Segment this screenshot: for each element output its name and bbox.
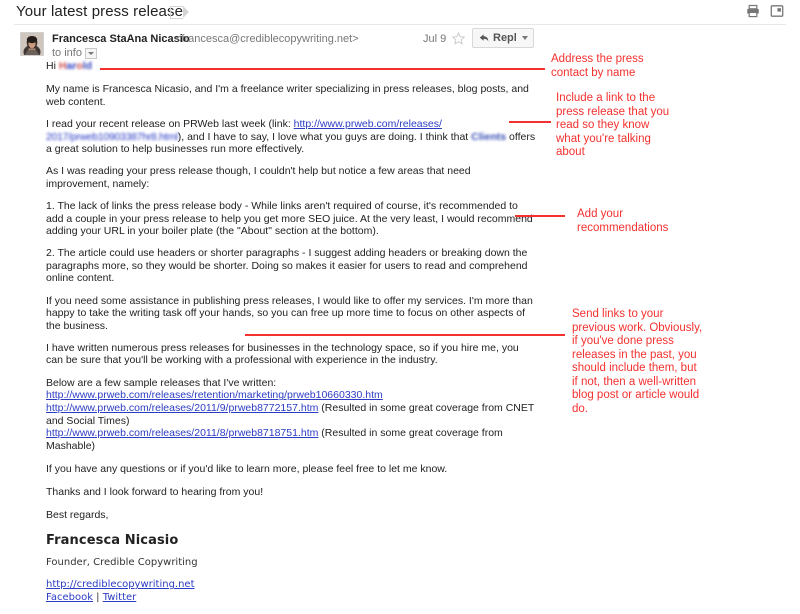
- twitter-link[interactable]: Twitter: [103, 592, 137, 603]
- email-body: Hi Harold My name is Francesca Nicasio, …: [46, 60, 536, 614]
- redacted-recipient-name: Harold: [58, 60, 93, 72]
- body-paragraph-4: 1. The lack of links the press release b…: [46, 200, 533, 238]
- body-paragraph-7: I have written numerous press releases f…: [46, 341, 519, 367]
- body-paragraph-8: If you have any questions or if you'd li…: [46, 463, 448, 476]
- header-actions: [746, 4, 784, 18]
- signature-website-link[interactable]: http://crediblecopywriting.net: [46, 579, 536, 591]
- annotation-note-3: Add your recommendations: [577, 208, 669, 234]
- closing-line: Best regards,: [46, 509, 109, 522]
- samples-intro: Below are a few sample releases that I'v…: [46, 376, 277, 389]
- paragraph-2-text-b: ), and I have to say, I love what you gu…: [177, 130, 472, 143]
- annotation-note-1: Address the press contact by name: [551, 53, 644, 79]
- social-separator: |: [93, 591, 103, 603]
- open-in-new-window-icon[interactable]: [770, 4, 784, 18]
- facebook-link[interactable]: Facebook: [46, 592, 93, 603]
- body-paragraph-3: As I was reading your press release thou…: [46, 165, 471, 190]
- star-icon[interactable]: [451, 31, 466, 45]
- annotation-line-1: [100, 68, 545, 70]
- sample-link-3[interactable]: http://www.prweb.com/releases/2011/8/prw…: [46, 427, 318, 439]
- redacted-company-name: Clients: [471, 130, 507, 143]
- body-paragraph-2: I read your recent release on PRWeb last…: [46, 118, 536, 155]
- body-paragraph-5: 2. The article could use headers or shor…: [46, 247, 528, 285]
- prweb-link-visible: http://www.prweb.com/releases/: [293, 118, 442, 131]
- label-tag-icon[interactable]: [170, 5, 189, 19]
- annotation-note-2: Include a link to the press release that…: [556, 92, 670, 158]
- recipient-label: to info: [52, 47, 82, 59]
- chevron-down-icon[interactable]: [84, 47, 97, 59]
- greeting-paragraph: Hi Harold: [46, 60, 536, 72]
- signature-block: Francesca Nicasio Founder, Credible Copy…: [46, 532, 536, 605]
- page-title: Your latest press release: [16, 3, 184, 20]
- message-date: Jul 9: [423, 33, 447, 45]
- greeting-prefix: Hi: [46, 60, 59, 72]
- body-paragraph-9: Thanks and I look forward to hearing fro…: [46, 485, 264, 498]
- sample-releases-block: Below are a few sample releases that I'v…: [46, 377, 536, 453]
- recipient-line[interactable]: to info: [52, 47, 97, 59]
- sample-link-2[interactable]: http://www.prweb.com/releases/2011/9/prw…: [46, 402, 318, 414]
- header-divider: [14, 24, 786, 25]
- paragraph-2-text-a: I read your recent release on PRWeb last…: [46, 118, 294, 131]
- sender-email: <francesca@crediblecopywriting.net>: [175, 33, 359, 45]
- sample-link-1[interactable]: http://www.prweb.com/releases/retention/…: [46, 389, 383, 401]
- annotation-line-4: [245, 334, 565, 336]
- print-icon[interactable]: [746, 4, 760, 18]
- signature-title: Founder, Credible Copywriting: [46, 556, 198, 568]
- prweb-link-redacted: 2017/prweb10903387hr8.html: [46, 130, 178, 143]
- more-reply-options-button[interactable]: [516, 28, 534, 48]
- body-paragraph-6: If you need some assistance in publishin…: [46, 294, 533, 332]
- reply-arrow-icon: [479, 33, 489, 43]
- mail-header: Your latest press release: [0, 0, 800, 24]
- signature-social-row: Facebook | Twitter: [46, 592, 536, 604]
- sender-name[interactable]: Francesca StaAna Nicasio: [52, 33, 190, 45]
- annotation-line-2: [509, 121, 551, 123]
- body-paragraph-1: My name is Francesca Nicasio, and I'm a …: [46, 83, 529, 108]
- annotation-note-4: Send links to your previous work. Obviou…: [572, 308, 703, 415]
- signature-name: Francesca Nicasio: [46, 532, 179, 548]
- annotation-line-3: [515, 215, 565, 217]
- avatar[interactable]: [20, 32, 44, 56]
